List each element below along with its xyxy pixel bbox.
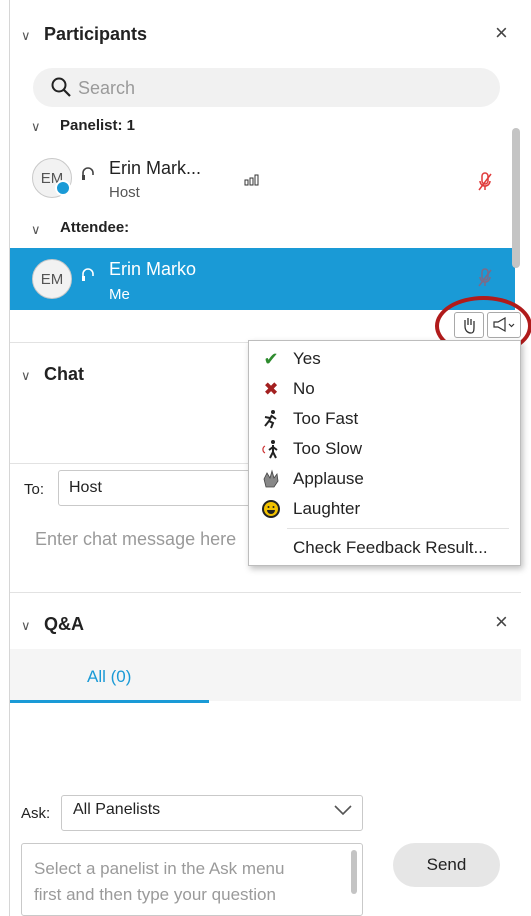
feedback-menu: ✔ Yes ✖ No Too Fast Too Slow Applause La… — [248, 340, 521, 566]
search-placeholder: Search — [78, 78, 136, 98]
menu-item-applause[interactable]: Applause — [249, 464, 520, 494]
attendee-name: Erin Marko — [109, 259, 197, 279]
walking-man-icon — [249, 439, 293, 459]
participants-title: Participants — [44, 24, 148, 44]
question-scrollbar[interactable] — [351, 850, 357, 894]
presenter-badge-icon — [55, 180, 71, 196]
question-placeholder-line1: Select a panelist in the Ask menu — [34, 859, 285, 878]
menu-divider — [287, 528, 509, 529]
section-divider — [10, 592, 521, 593]
menu-item-label: Yes — [293, 349, 321, 368]
chat-divider — [10, 463, 248, 464]
attendee-role: Me — [109, 286, 130, 303]
send-button[interactable]: Send — [393, 843, 500, 887]
section-divider — [10, 342, 248, 343]
menu-item-no[interactable]: ✖ No — [249, 374, 520, 404]
menu-item-label: Check Feedback Result... — [293, 538, 488, 557]
question-input[interactable] — [21, 843, 363, 916]
menu-item-check-feedback[interactable]: Check Feedback Result... — [249, 533, 520, 563]
to-label: To: — [24, 481, 45, 498]
left-panel-border — [9, 0, 10, 916]
panelist-group-label: Panelist: 1 — [60, 117, 136, 134]
attendee-group-label: Attendee: — [60, 219, 130, 236]
collapse-participants-icon[interactable]: ∨ — [21, 28, 31, 44]
collapse-attendee-icon[interactable]: ∨ — [31, 222, 41, 238]
close-participants-icon[interactable]: × — [495, 22, 508, 44]
muted-mic-icon[interactable] — [478, 172, 492, 197]
menu-item-label: Laughter — [293, 499, 361, 518]
headset-icon — [80, 165, 96, 188]
menu-item-too-fast[interactable]: Too Fast — [249, 404, 520, 434]
menu-item-label: Too Slow — [293, 439, 362, 458]
menu-item-laughter[interactable]: Laughter — [249, 494, 520, 524]
menu-item-label: Applause — [293, 469, 364, 488]
clapping-hand-icon — [249, 469, 293, 489]
qa-title: Q&A — [44, 614, 84, 634]
collapse-panelist-icon[interactable]: ∨ — [31, 119, 41, 135]
tab-all-underline — [10, 700, 209, 703]
collapse-qa-icon[interactable]: ∨ — [21, 618, 31, 634]
menu-item-too-slow[interactable]: Too Slow — [249, 434, 520, 464]
muted-mic-icon[interactable] — [478, 268, 492, 293]
close-qa-icon[interactable]: × — [495, 611, 508, 633]
audio-level-icon — [244, 172, 260, 191]
chat-title: Chat — [44, 364, 84, 384]
to-value: Host — [69, 479, 102, 496]
smiley-icon — [249, 499, 293, 519]
menu-item-label: Too Fast — [293, 409, 359, 428]
chat-message-input[interactable]: Enter chat message here — [35, 529, 236, 550]
avatar: EM — [32, 259, 72, 299]
question-placeholder-line2: first and then type your question — [34, 885, 276, 904]
ask-label: Ask: — [21, 805, 51, 822]
x-icon: ✖ — [263, 378, 279, 399]
chevron-down-icon — [333, 803, 353, 822]
headset-icon — [80, 266, 96, 289]
search-icon — [50, 76, 72, 103]
collapse-chat-icon[interactable]: ∨ — [21, 368, 31, 384]
panelist-name: Erin Mark... — [109, 158, 202, 178]
menu-item-yes[interactable]: ✔ Yes — [249, 344, 520, 374]
check-icon: ✔ — [263, 348, 279, 369]
panelist-role: Host — [109, 184, 140, 201]
menu-item-label: No — [293, 379, 315, 398]
running-man-icon — [249, 409, 293, 429]
ask-select-value: All Panelists — [73, 801, 161, 818]
send-label: Send — [426, 855, 467, 874]
participants-scrollbar[interactable] — [512, 128, 520, 268]
tab-all[interactable]: All (0) — [87, 667, 131, 687]
